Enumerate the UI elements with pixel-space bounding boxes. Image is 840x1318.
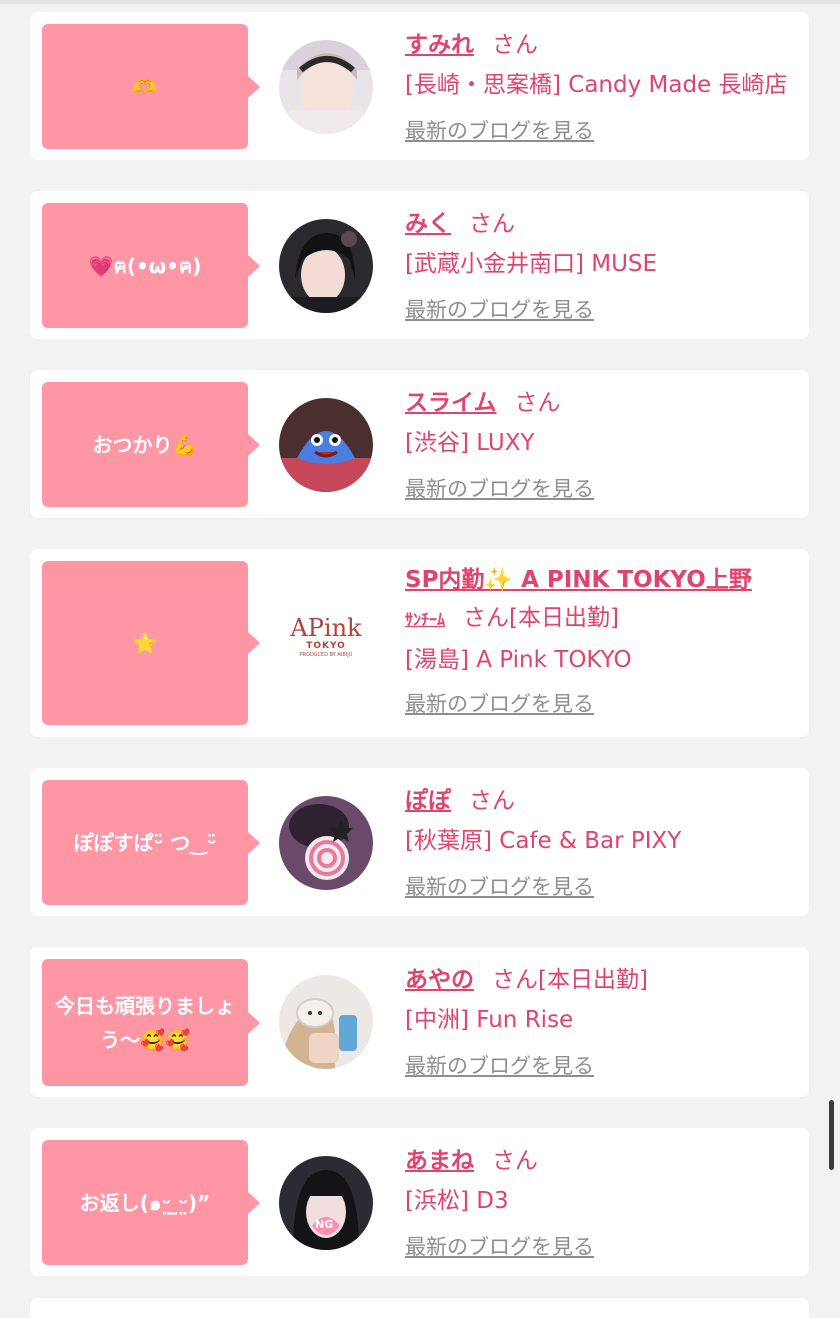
avatar[interactable] xyxy=(279,975,373,1069)
store-label: [湯島] A Pink TOKYO xyxy=(405,647,632,673)
message-bubble: おつかり💪 xyxy=(42,382,260,507)
profile-name-link[interactable]: あやの xyxy=(405,967,474,993)
attendance-status: [本日出勤] xyxy=(538,967,648,993)
latest-blog-link[interactable]: 最新のブログを見る xyxy=(405,471,594,507)
top-edge xyxy=(0,0,840,4)
honorific: さん xyxy=(469,788,515,814)
avatar[interactable] xyxy=(279,40,373,134)
avatar[interactable] xyxy=(279,796,373,890)
store-label: [中洲] Fun Rise xyxy=(405,1007,574,1033)
avatar[interactable] xyxy=(279,219,373,313)
profile-name-link-cont[interactable]: ｻﾝﾁｰﾑ xyxy=(405,610,445,629)
latest-blog-link[interactable]: 最新のブログを見る xyxy=(405,292,594,328)
honorific: さん xyxy=(492,32,538,58)
store-label: [長崎・思案橋] Candy Made 長崎店 xyxy=(405,72,788,98)
store-label: [浜松] D3 xyxy=(405,1188,509,1214)
message-bubble: 💗ฅ(•ω•ฅ) xyxy=(42,203,260,328)
message-bubble: ぽぽすぱᵕ̈ つ‿ᵕ̈ xyxy=(42,780,260,905)
honorific: さん xyxy=(492,1148,538,1174)
blog-entry-card: おつかり💪 スライム さん [渋谷] LUXY 最新のブログを見る xyxy=(30,370,809,518)
latest-blog-link[interactable]: 最新のブログを見る xyxy=(405,869,594,905)
avatar[interactable]: NG xyxy=(279,1156,373,1250)
profile-name-link[interactable]: スライム xyxy=(405,390,497,416)
honorific: さん xyxy=(514,390,561,416)
blog-entry-card: お返し(๑ᵕ̤ ̫ᵕ̤)” NG あまね さん [浜松] D3 最新のブログを見る xyxy=(30,1128,809,1276)
honorific: さん xyxy=(492,967,538,993)
shop-logo[interactable]: APink TOKYO PRODUCED BY AIBIJU xyxy=(279,596,373,690)
logo-tagline: PRODUCED BY AIBIJU xyxy=(299,652,353,658)
store-label: [秋葉原] Cafe & Bar PIXY xyxy=(405,828,682,854)
message-bubble: お返し(๑ᵕ̤ ̫ᵕ̤)” xyxy=(42,1140,260,1265)
profile-name-link[interactable]: SP内勤✨ A PINK TOKYO上野 xyxy=(405,567,752,593)
message-bubble: ⭐ xyxy=(42,561,260,725)
message-bubble: 🫶 xyxy=(42,24,260,149)
blog-entry-card: 🫶 すみれ さん [長崎・思案橋] Candy Made 長崎店 最新のブログを見… xyxy=(30,12,809,160)
logo-main-text: APink xyxy=(290,614,362,642)
profile-name-link[interactable]: すみれ xyxy=(405,32,474,58)
latest-blog-link[interactable]: 最新のブログを見る xyxy=(405,1229,594,1265)
attendance-status: [本日出勤] xyxy=(509,605,619,631)
latest-blog-link[interactable]: 最新のブログを見る xyxy=(405,113,594,149)
latest-blog-link[interactable]: 最新のブログを見る xyxy=(405,1048,594,1084)
message-bubble: 今日も頑張りましょう〜🥰🥰 xyxy=(42,959,260,1086)
honorific: さん xyxy=(463,605,510,631)
blog-entry-card: ⭐ APink TOKYO PRODUCED BY AIBIJU SP内勤✨ A… xyxy=(30,549,809,737)
ng-badge: NG xyxy=(315,1218,334,1231)
blog-entry-card: 💗ฅ(•ω•ฅ) みく さん [武蔵小金井南口] MUSE 最新のブログを見る xyxy=(30,191,809,339)
store-label: [武蔵小金井南口] MUSE xyxy=(405,251,658,277)
honorific: さん xyxy=(469,211,515,237)
blog-entry-card: ぽぽすぱᵕ̈ つ‿ᵕ̈ ぽぽ さん [秋葉原] Cafe & Bar PIXY 最… xyxy=(30,768,809,916)
blog-entry-card: 今日も頑張りましょう〜🥰🥰 あやの さん[本日出勤] [中洲] Fun Rise … xyxy=(30,947,809,1097)
avatar[interactable] xyxy=(279,398,373,492)
profile-name-link[interactable]: みく xyxy=(405,211,451,237)
scrollbar[interactable] xyxy=(829,1100,834,1170)
latest-blog-link[interactable]: 最新のブログを見る xyxy=(405,686,594,722)
store-label: [渋谷] LUXY xyxy=(405,430,535,456)
next-card-edge xyxy=(30,1298,809,1318)
profile-name-link[interactable]: ぽぽ xyxy=(405,788,451,814)
profile-name-link[interactable]: あまね xyxy=(405,1148,474,1174)
